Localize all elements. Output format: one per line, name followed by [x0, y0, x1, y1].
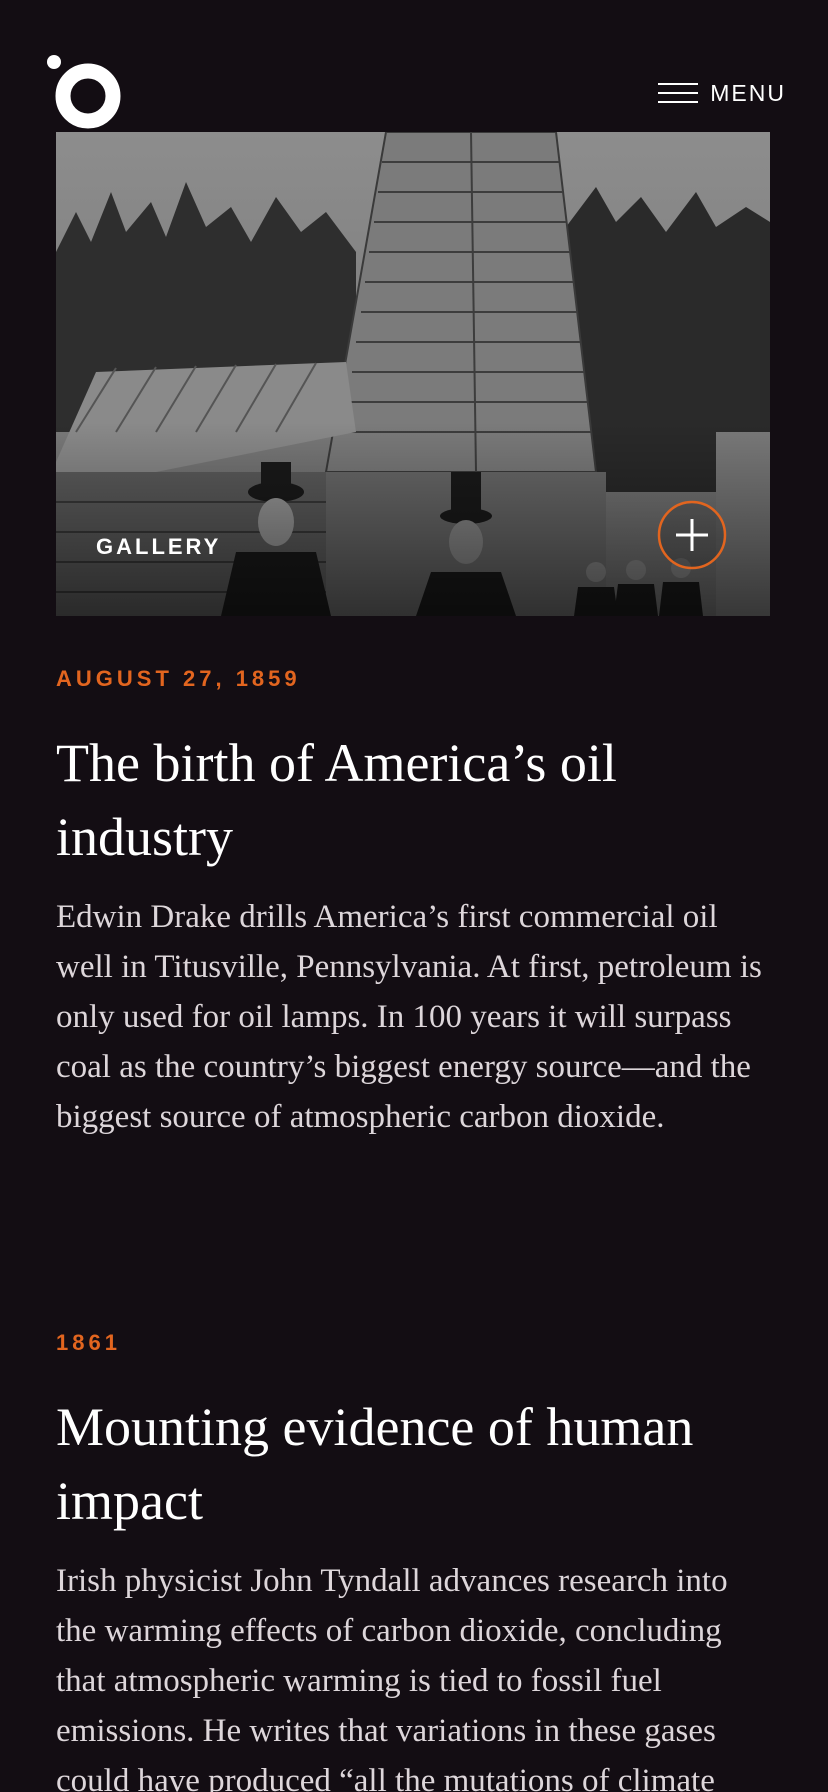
hamburger-icon	[658, 83, 699, 103]
menu-label: MENU	[710, 79, 786, 106]
entry-date: AUGUST 27, 1859	[56, 666, 301, 691]
entry-title: The birth of America’s oil industry	[56, 733, 617, 867]
timeline-entry: 1861 Mounting evidence of human impact I…	[56, 1330, 776, 1792]
plus-circle-icon[interactable]	[657, 500, 727, 570]
site-header: MENU	[0, 0, 828, 132]
entry-title: Mounting evidence of human impact	[56, 1397, 694, 1531]
gallery-hero[interactable]: GALLERY	[56, 132, 770, 616]
timeline-entry: AUGUST 27, 1859 The birth of America’s o…	[56, 666, 776, 1142]
entry-body: Irish physicist John Tyndall advances re…	[56, 1563, 728, 1792]
entry-date: 1861	[56, 1330, 121, 1355]
ring-dot-logo-icon[interactable]	[44, 52, 128, 136]
menu-button[interactable]: MENU	[658, 78, 786, 108]
gallery-label: GALLERY	[96, 534, 222, 559]
entry-body: Edwin Drake drills America’s first comme…	[56, 899, 762, 1135]
